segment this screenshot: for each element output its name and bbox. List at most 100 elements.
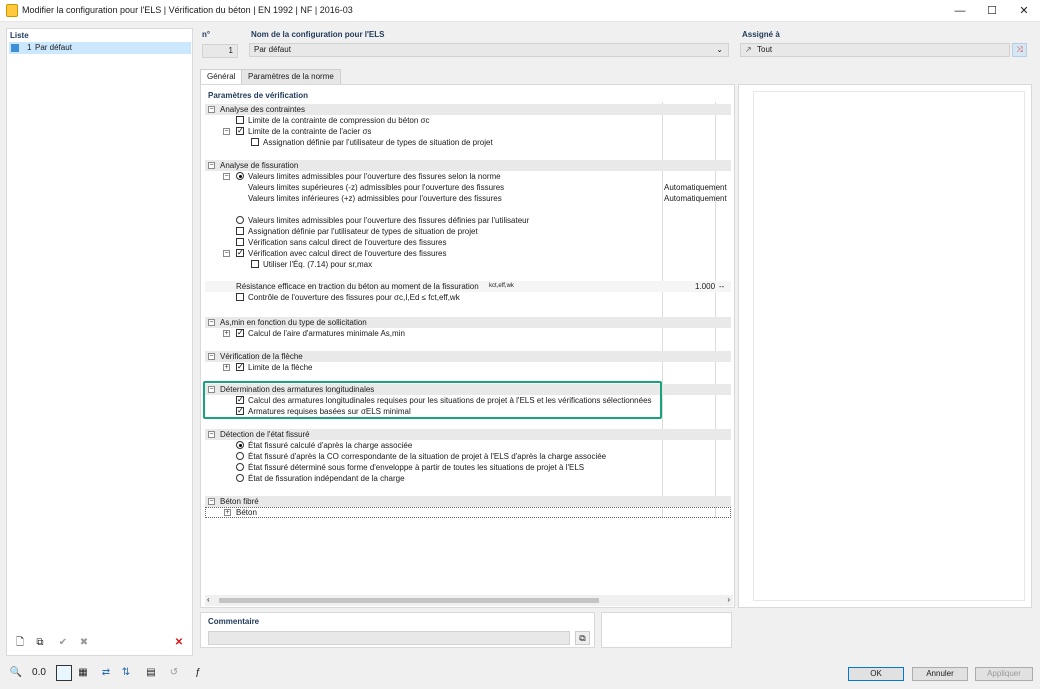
section-as-min[interactable]: − As,min en fonction du type de sollicit… bbox=[205, 317, 731, 328]
checkbox-f7[interactable]: ✓ bbox=[236, 249, 244, 257]
tree-row: − ✓ Limite de la contrainte de l'acier σ… bbox=[205, 126, 731, 137]
checkbox-f6[interactable] bbox=[236, 238, 244, 246]
row-label: Assignation définie par l'utilisateur de… bbox=[263, 138, 493, 147]
section-contraintes[interactable]: − Analyse des contraintes bbox=[205, 104, 731, 115]
row-label: État fissuré d'après la CO correspondant… bbox=[248, 452, 607, 461]
row-value[interactable]: Automatiquement bbox=[664, 194, 727, 203]
row-label: État fissuré calculé d'après la charge a… bbox=[248, 441, 413, 450]
color-icon[interactable] bbox=[56, 665, 72, 681]
tree-row-selected[interactable]: + Béton bbox=[205, 507, 731, 518]
tree-row: − Valeurs limites admissibles pour l'ouv… bbox=[205, 171, 731, 182]
collapse-icon[interactable]: − bbox=[223, 250, 230, 257]
list-item-number: 1 bbox=[27, 43, 32, 52]
comment-box: Commentaire ⧉ bbox=[200, 612, 595, 648]
copy-comment-icon[interactable]: ⧉ bbox=[575, 631, 590, 645]
checkbox-f8[interactable] bbox=[251, 260, 259, 268]
checkbox-l1[interactable]: ✓ bbox=[236, 363, 244, 371]
row-label: Valeurs limites inférieures (+z) admissi… bbox=[248, 194, 502, 203]
section-fleche[interactable]: − Vérification de la flèche bbox=[205, 351, 731, 362]
preview-area bbox=[753, 91, 1025, 601]
section-label: Béton fibré bbox=[220, 497, 259, 506]
close-window-button[interactable]: ✕ bbox=[1008, 0, 1040, 22]
tab-norm-parameters[interactable]: Paramètres de la norme bbox=[241, 69, 341, 84]
window-title: Modifier la configuration pour l'ELS | V… bbox=[22, 5, 353, 15]
comment-extra-box bbox=[601, 612, 732, 648]
table-icon[interactable]: ▤ bbox=[143, 665, 159, 681]
expand-icon[interactable]: + bbox=[224, 509, 231, 516]
radio-f4[interactable] bbox=[236, 216, 244, 224]
config-name-select[interactable]: Par défaut ⌄ bbox=[249, 43, 729, 57]
export-icon[interactable]: ⇄ bbox=[98, 665, 114, 681]
formula-icon[interactable]: ƒ bbox=[190, 665, 206, 681]
list-header: Liste bbox=[10, 31, 29, 40]
section-fibre[interactable]: − Béton fibré bbox=[205, 496, 731, 507]
row-value[interactable]: Automatiquement bbox=[664, 183, 727, 192]
checkbox-c3[interactable] bbox=[251, 138, 259, 146]
radio-e3[interactable] bbox=[236, 463, 244, 471]
section-fissuration[interactable]: − Analyse de fissuration bbox=[205, 160, 731, 171]
delete-icon[interactable]: ✕ bbox=[171, 635, 187, 651]
search-icon[interactable]: 🔍 bbox=[8, 665, 24, 681]
checkbox-f5[interactable] bbox=[236, 227, 244, 235]
maximize-button[interactable]: ☐ bbox=[976, 0, 1008, 22]
collapse-icon[interactable]: − bbox=[208, 162, 215, 169]
collapse-icon[interactable]: − bbox=[208, 498, 215, 505]
chevron-down-icon: ⌄ bbox=[716, 45, 723, 54]
uncheck-all-icon[interactable]: ✖ bbox=[76, 635, 92, 651]
reset-icon[interactable]: ↺ bbox=[166, 665, 182, 681]
radio-e1[interactable] bbox=[236, 441, 244, 449]
tree-row: Limite de la contrainte de compression d… bbox=[205, 115, 731, 126]
config-name-box: Nom de la configuration pour l'ELS Par d… bbox=[247, 28, 731, 62]
comment-field[interactable] bbox=[208, 631, 570, 645]
config-name-value: Par défaut bbox=[254, 45, 291, 54]
row-unit: -- bbox=[719, 282, 725, 291]
model-icon[interactable]: ▦ bbox=[75, 665, 91, 681]
checkbox-c2[interactable]: ✓ bbox=[236, 127, 244, 135]
checkbox-c1[interactable] bbox=[236, 116, 244, 124]
tab-general[interactable]: Général bbox=[200, 69, 243, 84]
section-etat[interactable]: − Détection de l'état fissuré bbox=[205, 429, 731, 440]
highlight-frame bbox=[203, 381, 662, 419]
collapse-icon[interactable]: − bbox=[223, 128, 230, 135]
checkbox-a1[interactable]: ✓ bbox=[236, 329, 244, 337]
collapse-icon[interactable]: − bbox=[208, 319, 215, 326]
row-label: Valeurs limites supérieures (-z) admissi… bbox=[248, 183, 505, 192]
expand-icon[interactable]: + bbox=[223, 330, 230, 337]
cancel-button[interactable]: Annuler bbox=[912, 667, 968, 681]
tree-row: État fissuré déterminé sous forme d'enve… bbox=[205, 462, 731, 473]
collapse-icon[interactable]: − bbox=[208, 431, 215, 438]
radio-e4[interactable] bbox=[236, 474, 244, 482]
list-item[interactable]: 1 Par défaut bbox=[9, 42, 191, 54]
scroll-left-icon[interactable]: ‹ bbox=[207, 595, 210, 604]
copy-item-icon[interactable]: ⧉ bbox=[32, 635, 48, 651]
radio-f1[interactable] bbox=[236, 172, 244, 180]
row-value[interactable]: 1.000 bbox=[695, 282, 715, 291]
checkbox-f10[interactable] bbox=[236, 293, 244, 301]
collapse-icon[interactable]: − bbox=[223, 173, 230, 180]
app-icon bbox=[6, 4, 18, 17]
scroll-right-icon[interactable]: › bbox=[727, 595, 730, 604]
radio-e2[interactable] bbox=[236, 452, 244, 460]
row-label: Limite de la contrainte de compression d… bbox=[248, 116, 430, 125]
parameters-tree: − Analyse des contraintes Limite de la c… bbox=[203, 102, 733, 594]
tree-row: Vérification sans calcul direct de l'ouv… bbox=[205, 237, 731, 248]
item-color-swatch bbox=[11, 44, 19, 52]
horizontal-scrollbar[interactable]: ‹ › bbox=[205, 595, 733, 606]
apply-button[interactable]: Appliquer bbox=[975, 667, 1033, 681]
config-number-field[interactable]: 1 bbox=[202, 44, 238, 58]
check-all-icon[interactable]: ✔ bbox=[55, 635, 71, 651]
import-icon[interactable]: ⇅ bbox=[118, 665, 134, 681]
units-icon[interactable]: 0.0 bbox=[31, 665, 47, 681]
collapse-icon[interactable]: − bbox=[208, 353, 215, 360]
minimize-button[interactable]: — bbox=[944, 0, 976, 22]
collapse-icon[interactable]: − bbox=[208, 106, 215, 113]
select-objects-icon[interactable]: ⤨ bbox=[1012, 43, 1027, 57]
section-label: Analyse de fissuration bbox=[220, 161, 299, 170]
ok-button[interactable]: OK bbox=[848, 667, 904, 681]
row-label: Valeurs limites admissibles pour l'ouver… bbox=[248, 172, 501, 181]
scroll-thumb[interactable] bbox=[219, 598, 599, 603]
expand-icon[interactable]: + bbox=[223, 364, 230, 371]
new-item-icon[interactable]: 🗋 bbox=[12, 635, 28, 651]
tree-row: + ✓ Calcul de l'aire d'armatures minimal… bbox=[205, 328, 731, 339]
tree-row: État fissuré calculé d'après la charge a… bbox=[205, 440, 731, 451]
